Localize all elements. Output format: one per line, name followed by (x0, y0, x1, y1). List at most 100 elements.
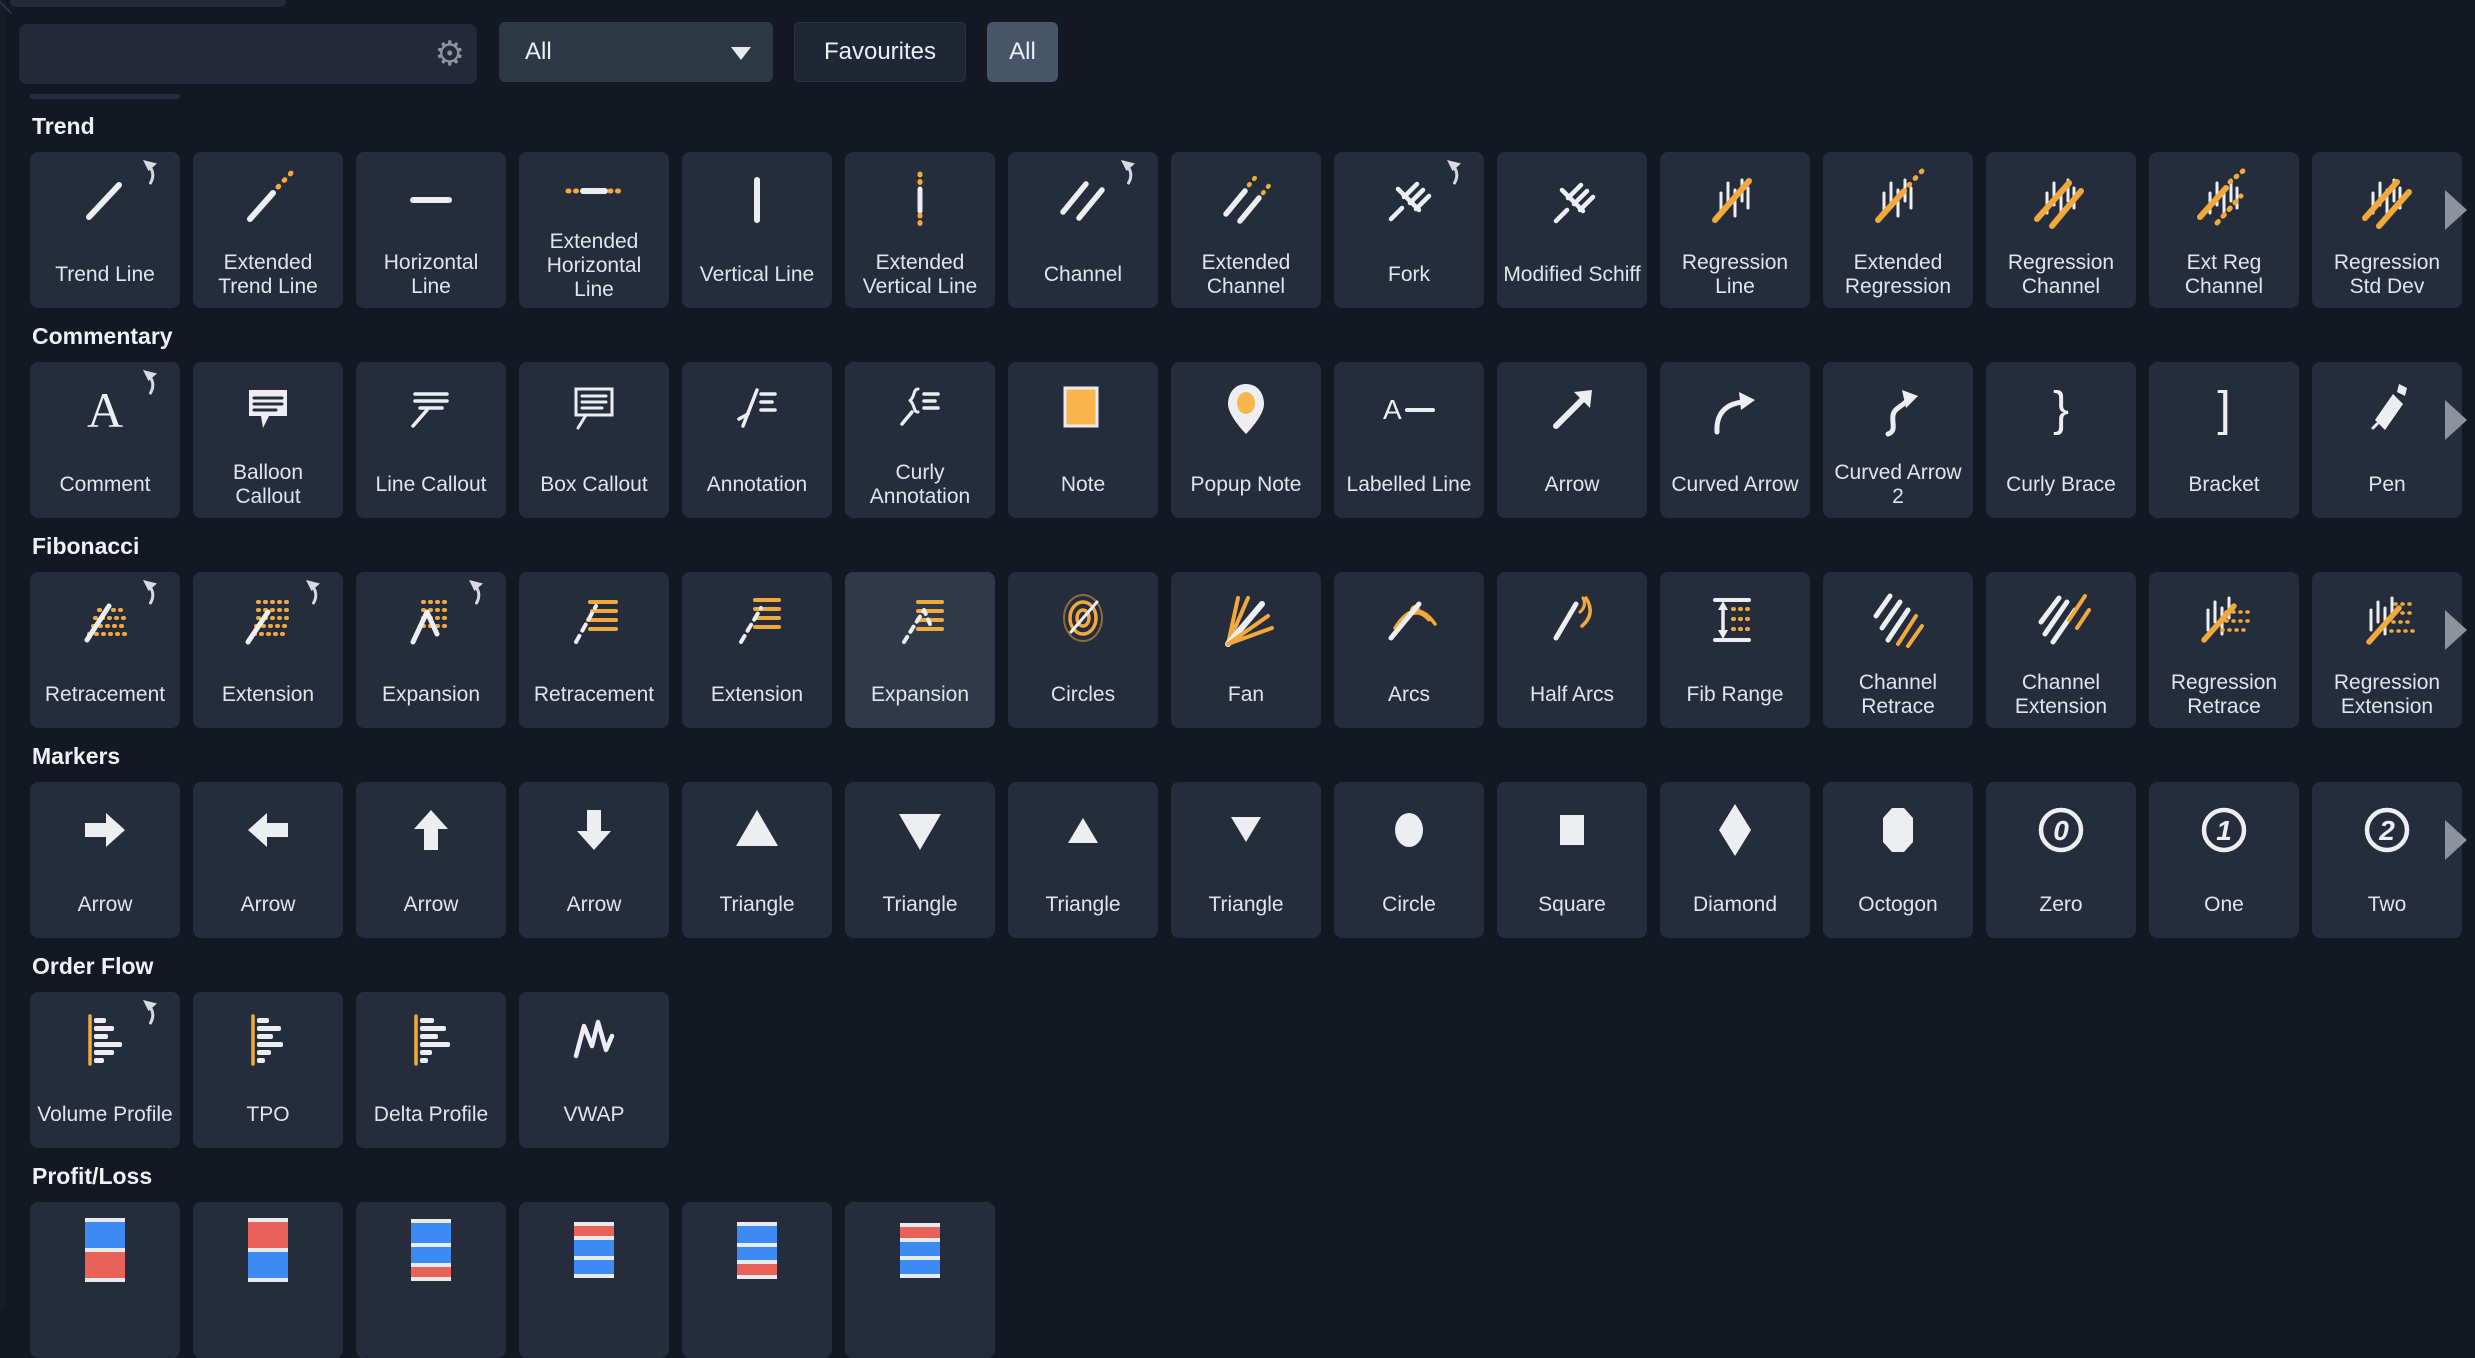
tool-tile-circle[interactable]: Circle (1334, 782, 1484, 938)
tool-tile-pl[interactable] (356, 1202, 506, 1358)
tool-tile-zero[interactable]: 0Zero (1986, 782, 2136, 938)
tool-tile-annotation[interactable]: Annotation (682, 362, 832, 518)
tool-tile-triangle[interactable]: Triangle (1008, 782, 1158, 938)
tool-tile-labelled-line[interactable]: ALabelled Line (1334, 362, 1484, 518)
all-filter-button[interactable]: All (987, 22, 1058, 82)
tool-tile-label: Diamond (1688, 878, 1782, 938)
tool-tile-label: Zero (2034, 878, 2087, 938)
tool-tile-regression-channel[interactable]: Regression Channel (1986, 152, 2136, 308)
scroll-right-arrow-icon[interactable] (2445, 610, 2467, 650)
tool-tile-extended-vertical-line[interactable]: Extended Vertical Line (845, 152, 995, 308)
favourites-button[interactable]: Favourites (794, 22, 966, 82)
tool-tile-delta-profile[interactable]: Delta Profile (356, 992, 506, 1148)
tool-tile-arrow[interactable]: Arrow (30, 782, 180, 938)
tool-tile-curly-brace[interactable]: }Curly Brace (1986, 362, 2136, 518)
tool-tile-pl[interactable] (682, 1202, 832, 1358)
tool-tile-pen[interactable]: Pen (2312, 362, 2462, 518)
scroll-right-arrow-icon[interactable] (2445, 820, 2467, 860)
tool-tile-extended-horizontal-line[interactable]: Extended Horizontal Line (519, 152, 669, 308)
tool-tile-retracement[interactable]: Retracement (30, 572, 180, 728)
tool-tile-pl[interactable] (519, 1202, 669, 1358)
tool-tile-fan[interactable]: Fan (1171, 572, 1321, 728)
tool-tile-extended-channel[interactable]: Extended Channel (1171, 152, 1321, 308)
arrow-right-icon (30, 782, 180, 878)
tool-tile-regression-extension[interactable]: Regression Extension (2312, 572, 2462, 728)
arrow-down-icon (519, 782, 669, 878)
tool-tile-arrow[interactable]: Arrow (519, 782, 669, 938)
scroll-right-arrow-icon[interactable] (2445, 190, 2467, 230)
tool-tile-circles[interactable]: Circles (1008, 572, 1158, 728)
corner-arrow-icon (140, 368, 160, 400)
tool-tile-extension[interactable]: Extension (193, 572, 343, 728)
tool-tile-channel-extension[interactable]: Channel Extension (1986, 572, 2136, 728)
tool-tile-expansion[interactable]: Expansion (845, 572, 995, 728)
tool-tile-octogon[interactable]: Octogon (1823, 782, 1973, 938)
tool-tile-label: Circle (1377, 878, 1441, 938)
fib-range-icon (1660, 572, 1810, 668)
tool-tile-modified-schiff[interactable]: Modified Schiff (1497, 152, 1647, 308)
tool-tile-channel[interactable]: Channel (1008, 152, 1158, 308)
tool-tile-label: Two (2363, 878, 2412, 938)
tool-tile-extended-trend-line[interactable]: Extended Trend Line (193, 152, 343, 308)
tool-tile-label: Triangle (1040, 878, 1125, 938)
tool-tile-vwap[interactable]: VWAP (519, 992, 669, 1148)
tool-tile-retracement[interactable]: Retracement (519, 572, 669, 728)
tool-tile-tpo[interactable]: TPO (193, 992, 343, 1148)
tool-tile-label: Arrow (562, 878, 627, 938)
fib-expansion-2-icon (845, 572, 995, 668)
tool-tile-arrow[interactable]: Arrow (1497, 362, 1647, 518)
pl-icon (845, 1202, 995, 1298)
gear-icon[interactable]: ⚙ (435, 37, 465, 71)
tool-tile-arrow[interactable]: Arrow (193, 782, 343, 938)
tool-tile-diamond[interactable]: Diamond (1660, 782, 1810, 938)
tool-tile-label (589, 1298, 599, 1358)
tool-tile-balloon-callout[interactable]: Balloon Callout (193, 362, 343, 518)
tool-tile-arrow[interactable]: Arrow (356, 782, 506, 938)
tool-tile-extension[interactable]: Extension (682, 572, 832, 728)
tool-tile-pl[interactable] (193, 1202, 343, 1358)
tool-tile-line-callout[interactable]: Line Callout (356, 362, 506, 518)
tool-tile-fork[interactable]: Fork (1334, 152, 1484, 308)
tool-tile-arcs[interactable]: Arcs (1334, 572, 1484, 728)
tool-tile-two[interactable]: 2Two (2312, 782, 2462, 938)
tool-tile-fib-range[interactable]: Fib Range (1660, 572, 1810, 728)
tool-tile-popup-note[interactable]: Popup Note (1171, 362, 1321, 518)
tool-tile-pl[interactable] (30, 1202, 180, 1358)
corner-arrow-icon (1444, 158, 1464, 190)
tool-tile-curly-annotation[interactable]: Curly Annotation (845, 362, 995, 518)
tool-tile-half-arcs[interactable]: Half Arcs (1497, 572, 1647, 728)
category-dropdown[interactable]: All (499, 22, 773, 82)
tool-tile-regression-line[interactable]: Regression Line (1660, 152, 1810, 308)
scroll-right-arrow-icon[interactable] (2445, 400, 2467, 440)
tool-tile-box-callout[interactable]: Box Callout (519, 362, 669, 518)
tool-tile-one[interactable]: 1One (2149, 782, 2299, 938)
tool-tile-square[interactable]: Square (1497, 782, 1647, 938)
tool-tile-regression-retrace[interactable]: Regression Retrace (2149, 572, 2299, 728)
tool-tile-curved-arrow-2[interactable]: Curved Arrow 2 (1823, 362, 1973, 518)
tool-tile-triangle[interactable]: Triangle (682, 782, 832, 938)
tool-tile-horizontal-line[interactable]: Horizontal Line (356, 152, 506, 308)
pl-icon (356, 1202, 506, 1298)
tool-tile-label: Fork (1383, 248, 1435, 308)
tool-tile-note[interactable]: Note (1008, 362, 1158, 518)
tool-tile-label: Channel Extension (1986, 668, 2136, 728)
tool-tile-curved-arrow[interactable]: Curved Arrow (1660, 362, 1810, 518)
tool-tile-comment[interactable]: AComment (30, 362, 180, 518)
tool-tile-ext-reg-channel[interactable]: Ext Reg Channel (2149, 152, 2299, 308)
tool-tile-pl[interactable] (845, 1202, 995, 1358)
tool-tile-expansion[interactable]: Expansion (356, 572, 506, 728)
tool-tile-vertical-line[interactable]: Vertical Line (682, 152, 832, 308)
tool-row-trend: Trend LineExtended Trend LineHorizontal … (0, 152, 2475, 308)
tool-tile-bracket[interactable]: ]Bracket (2149, 362, 2299, 518)
tool-tile-regression-std-dev[interactable]: Regression Std Dev (2312, 152, 2462, 308)
tool-tile-trend-line[interactable]: Trend Line (30, 152, 180, 308)
tool-tile-volume-profile[interactable]: Volume Profile (30, 992, 180, 1148)
comment-icon: A (30, 362, 180, 458)
tool-tile-triangle[interactable]: Triangle (845, 782, 995, 938)
tool-tile-triangle[interactable]: Triangle (1171, 782, 1321, 938)
tool-tile-extended-regression[interactable]: Extended Regression (1823, 152, 1973, 308)
tool-tile-label: Square (1533, 878, 1611, 938)
tool-tile-channel-retrace[interactable]: Channel Retrace (1823, 572, 1973, 728)
search-input[interactable] (19, 24, 477, 84)
section-fibonacci: FibonacciRetracementExtensionExpansionRe… (0, 518, 2475, 728)
